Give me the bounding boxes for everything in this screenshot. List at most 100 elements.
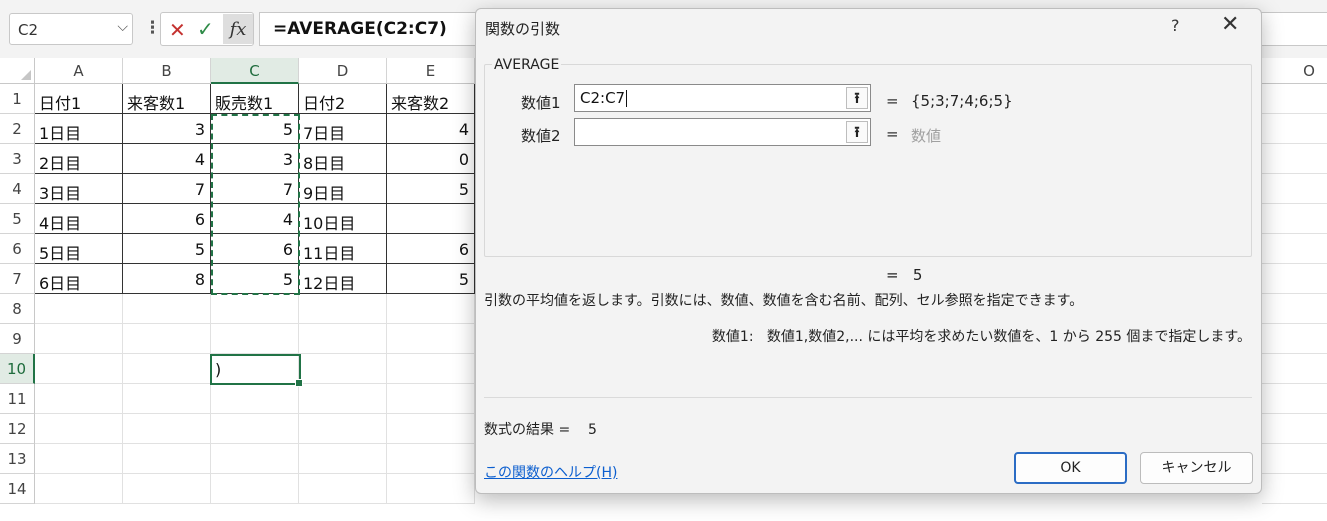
cell-e3[interactable]: 0 — [387, 144, 475, 174]
insert-function-icon[interactable]: fx — [223, 14, 253, 44]
cell-b5[interactable]: 6 — [123, 204, 211, 234]
row-header-9[interactable]: 9 — [0, 324, 35, 354]
cell-a4[interactable]: 3日目 — [35, 174, 123, 204]
cell-d13[interactable] — [299, 444, 387, 474]
row-header-10[interactable]: 10 — [0, 354, 35, 384]
cell-b6[interactable]: 5 — [123, 234, 211, 264]
cell-d6[interactable]: 11日目 — [299, 234, 387, 264]
cancel-button[interactable]: キャンセル — [1140, 452, 1253, 484]
function-help-link[interactable]: この関数のヘルプ(H) — [484, 462, 617, 482]
cell-b9[interactable] — [123, 324, 211, 354]
row-header-3[interactable]: 3 — [0, 144, 35, 174]
cell-d3[interactable]: 8日目 — [299, 144, 387, 174]
cell-c6[interactable]: 6 — [211, 234, 299, 264]
cell-a6[interactable]: 5日目 — [35, 234, 123, 264]
cell-a14[interactable] — [35, 474, 123, 504]
cell-c1[interactable]: 販売数1 — [211, 84, 299, 114]
cell-b10[interactable] — [123, 354, 211, 384]
cell-a13[interactable] — [35, 444, 123, 474]
ok-button[interactable]: OK — [1014, 452, 1127, 484]
cell-c4[interactable]: 7 — [211, 174, 299, 204]
cell-c8[interactable] — [211, 294, 299, 324]
cell-b13[interactable] — [123, 444, 211, 474]
cell-o2[interactable] — [1262, 114, 1327, 144]
row-header-6[interactable]: 6 — [0, 234, 35, 264]
cell-o11[interactable] — [1262, 384, 1327, 414]
cell-c7[interactable]: 5 — [211, 264, 299, 294]
select-all-corner[interactable] — [0, 58, 35, 84]
cell-e2[interactable]: 4 — [387, 114, 475, 144]
column-header-a[interactable]: A — [35, 58, 123, 84]
cell-o5[interactable] — [1262, 204, 1327, 234]
cell-d9[interactable] — [299, 324, 387, 354]
help-icon[interactable]: ? — [1171, 16, 1180, 35]
cell-b12[interactable] — [123, 414, 211, 444]
cell-o4[interactable] — [1262, 174, 1327, 204]
cell-b3[interactable]: 4 — [123, 144, 211, 174]
column-header-o[interactable]: O — [1262, 58, 1327, 84]
column-header-c[interactable]: C — [211, 58, 299, 84]
cell-e1[interactable]: 来客数2 — [387, 84, 475, 114]
row-header-4[interactable]: 4 — [0, 174, 35, 204]
cell-a5[interactable]: 4日目 — [35, 204, 123, 234]
cell-c13[interactable] — [211, 444, 299, 474]
cell-e11[interactable] — [387, 384, 475, 414]
cell-d10[interactable] — [299, 354, 387, 384]
cell-e12[interactable] — [387, 414, 475, 444]
cell-d4[interactable]: 9日目 — [299, 174, 387, 204]
cell-b8[interactable] — [123, 294, 211, 324]
cell-c11[interactable] — [211, 384, 299, 414]
cell-a7[interactable]: 6日目 — [35, 264, 123, 294]
cell-d11[interactable] — [299, 384, 387, 414]
enter-icon[interactable]: ✓ — [197, 17, 214, 41]
cell-e5[interactable] — [387, 204, 475, 234]
cell-d14[interactable] — [299, 474, 387, 504]
cell-o7[interactable] — [1262, 264, 1327, 294]
cell-b1[interactable]: 来客数1 — [123, 84, 211, 114]
cell-a11[interactable] — [35, 384, 123, 414]
cell-e13[interactable] — [387, 444, 475, 474]
cell-d12[interactable] — [299, 414, 387, 444]
cell-e4[interactable]: 5 — [387, 174, 475, 204]
cell-c12[interactable] — [211, 414, 299, 444]
chevron-down-icon[interactable]: ⌵ — [117, 19, 128, 35]
cell-o12[interactable] — [1262, 414, 1327, 444]
row-header-5[interactable]: 5 — [0, 204, 35, 234]
arg1-input[interactable]: C2:C7 ⭱ — [574, 84, 871, 112]
cell-o14[interactable] — [1262, 474, 1327, 504]
cell-o8[interactable] — [1262, 294, 1327, 324]
cell-o1[interactable] — [1262, 84, 1327, 114]
cell-c14[interactable] — [211, 474, 299, 504]
cell-c10[interactable]: ) — [211, 354, 299, 384]
cell-b4[interactable]: 7 — [123, 174, 211, 204]
cell-c5[interactable]: 4 — [211, 204, 299, 234]
cell-a1[interactable]: 日付1 — [35, 84, 123, 114]
cell-a2[interactable]: 1日目 — [35, 114, 123, 144]
column-header-e[interactable]: E — [387, 58, 475, 84]
cell-e9[interactable] — [387, 324, 475, 354]
cell-a12[interactable] — [35, 414, 123, 444]
cell-e7[interactable]: 5 — [387, 264, 475, 294]
cell-o3[interactable] — [1262, 144, 1327, 174]
row-header-1[interactable]: 1 — [0, 84, 35, 114]
cell-d1[interactable]: 日付2 — [299, 84, 387, 114]
cell-e14[interactable] — [387, 474, 475, 504]
row-header-12[interactable]: 12 — [0, 414, 35, 444]
cell-a3[interactable]: 2日目 — [35, 144, 123, 174]
cell-a9[interactable] — [35, 324, 123, 354]
cancel-icon[interactable]: ✕ — [169, 18, 186, 42]
column-header-d[interactable]: D — [299, 58, 387, 84]
cell-o6[interactable] — [1262, 234, 1327, 264]
cell-a8[interactable] — [35, 294, 123, 324]
row-header-11[interactable]: 11 — [0, 384, 35, 414]
cell-b7[interactable]: 8 — [123, 264, 211, 294]
cell-o13[interactable] — [1262, 444, 1327, 474]
row-header-14[interactable]: 14 — [0, 474, 35, 504]
cell-o10[interactable] — [1262, 354, 1327, 384]
collapse-ref-icon[interactable]: ⭱ — [846, 87, 868, 109]
cell-d8[interactable] — [299, 294, 387, 324]
column-header-b[interactable]: B — [123, 58, 211, 84]
row-header-7[interactable]: 7 — [0, 264, 35, 294]
cell-c3[interactable]: 3 — [211, 144, 299, 174]
row-header-13[interactable]: 13 — [0, 444, 35, 474]
